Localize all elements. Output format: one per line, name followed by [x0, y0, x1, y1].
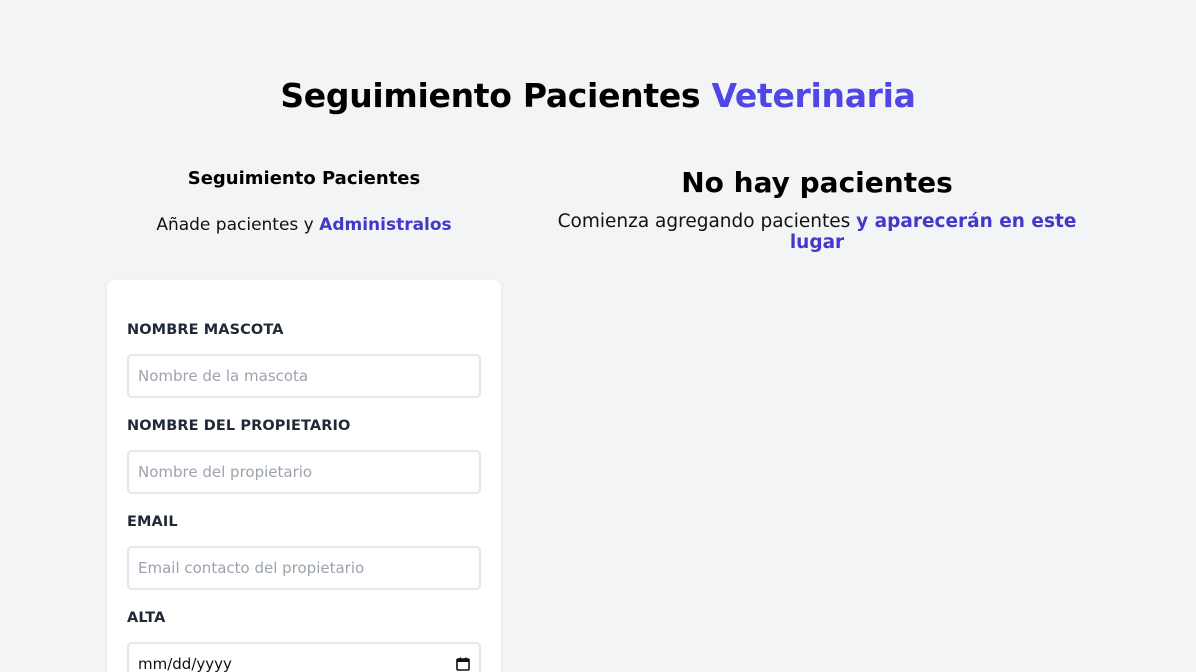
page-title: Seguimiento Pacientes Veterinaria [0, 76, 1196, 115]
empty-list-subtitle: Comienza agregando pacientes y aparecerá… [537, 211, 1097, 253]
owner-name-label: NOMBRE DEL PROPIETARIO [127, 418, 351, 434]
email-placeholder: Email contacto del propietario [138, 559, 365, 577]
form-section-subtitle-accent: Administralos [319, 215, 452, 235]
pet-name-label: NOMBRE MASCOTA [127, 322, 284, 338]
discharge-date-input[interactable]: mm/dd/yyyy [127, 642, 481, 672]
pet-name-input[interactable]: Nombre de la mascota [127, 354, 481, 398]
app-page: Seguimiento Pacientes Veterinaria Seguim… [0, 0, 1196, 672]
discharge-date-value: mm/dd/yyyy [138, 655, 232, 672]
patient-list-section: No hay pacientes Comienza agregando paci… [537, 166, 1097, 253]
email-label: EMAIL [127, 514, 178, 530]
owner-name-field: NOMBRE DEL PROPIETARIO Nombre del propie… [127, 418, 481, 494]
form-section-subtitle-prefix: Añade pacientes y [156, 215, 314, 235]
calendar-icon[interactable] [456, 657, 470, 671]
discharge-date-label: ALTA [127, 610, 166, 626]
pet-name-field: NOMBRE MASCOTA Nombre de la mascota [127, 322, 481, 398]
email-field: EMAIL Email contacto del propietario [127, 514, 481, 590]
patient-form: NOMBRE MASCOTA Nombre de la mascota NOMB… [107, 280, 501, 672]
page-title-main: Seguimiento Pacientes [280, 76, 701, 115]
owner-name-placeholder: Nombre del propietario [138, 463, 313, 481]
discharge-date-field: ALTA mm/dd/yyyy [127, 610, 481, 672]
empty-list-subtitle-prefix: Comienza agregando pacientes [557, 211, 851, 232]
empty-list-heading: No hay pacientes [681, 166, 953, 199]
pet-name-placeholder: Nombre de la mascota [138, 367, 309, 385]
form-section-subtitle: Añade pacientes y Administralos [107, 215, 501, 235]
form-section-heading: Seguimiento Pacientes [187, 168, 421, 189]
form-section-header: Seguimiento Pacientes Añade pacientes y … [107, 168, 501, 235]
email-input[interactable]: Email contacto del propietario [127, 546, 481, 590]
page-title-accent: Veterinaria [711, 76, 916, 115]
owner-name-input[interactable]: Nombre del propietario [127, 450, 481, 494]
